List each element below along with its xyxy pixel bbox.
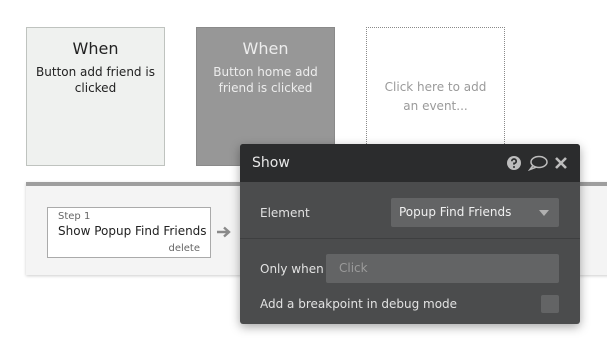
step-number: Step 1	[58, 211, 91, 222]
add-event-label: Click here to add an event...	[384, 79, 487, 113]
element-select[interactable]: Popup Find Friends	[391, 198, 559, 227]
show-action-dialog: Show Element Popup Find Friends Only whe…	[240, 144, 580, 324]
event-description: Button home add friend is clicked	[213, 65, 318, 95]
close-icon[interactable]	[554, 156, 568, 170]
step-action-label: Show Popup Find Friends	[58, 224, 207, 238]
only-when-row: Only when Click	[240, 249, 580, 289]
only-when-input[interactable]: Click	[326, 254, 559, 283]
dialog-title: Show	[252, 155, 290, 171]
arrow-right-icon	[217, 226, 231, 238]
breakpoint-checkbox[interactable]	[541, 295, 559, 313]
element-select-value: Popup Find Friends	[399, 205, 512, 219]
event-title: When	[242, 39, 289, 58]
event-description: Button add friend is clicked	[36, 65, 155, 95]
chevron-down-icon	[539, 210, 549, 216]
step-delete-link[interactable]: delete	[168, 243, 200, 254]
event-title: When	[72, 39, 119, 58]
dialog-header: Show	[240, 144, 580, 182]
comment-icon[interactable]	[528, 155, 548, 171]
step-card[interactable]: Step 1 Show Popup Find Friends delete	[47, 207, 211, 258]
element-row: Element Popup Find Friends	[240, 194, 580, 234]
breakpoint-row: Add a breakpoint in debug mode	[240, 292, 580, 332]
divider	[240, 238, 580, 239]
only-when-label: Only when	[260, 262, 324, 276]
event-card-add-friend[interactable]: When Button add friend is clicked	[26, 27, 165, 166]
help-icon[interactable]	[506, 155, 522, 171]
element-label: Element	[260, 206, 310, 220]
breakpoint-label: Add a breakpoint in debug mode	[260, 297, 458, 311]
